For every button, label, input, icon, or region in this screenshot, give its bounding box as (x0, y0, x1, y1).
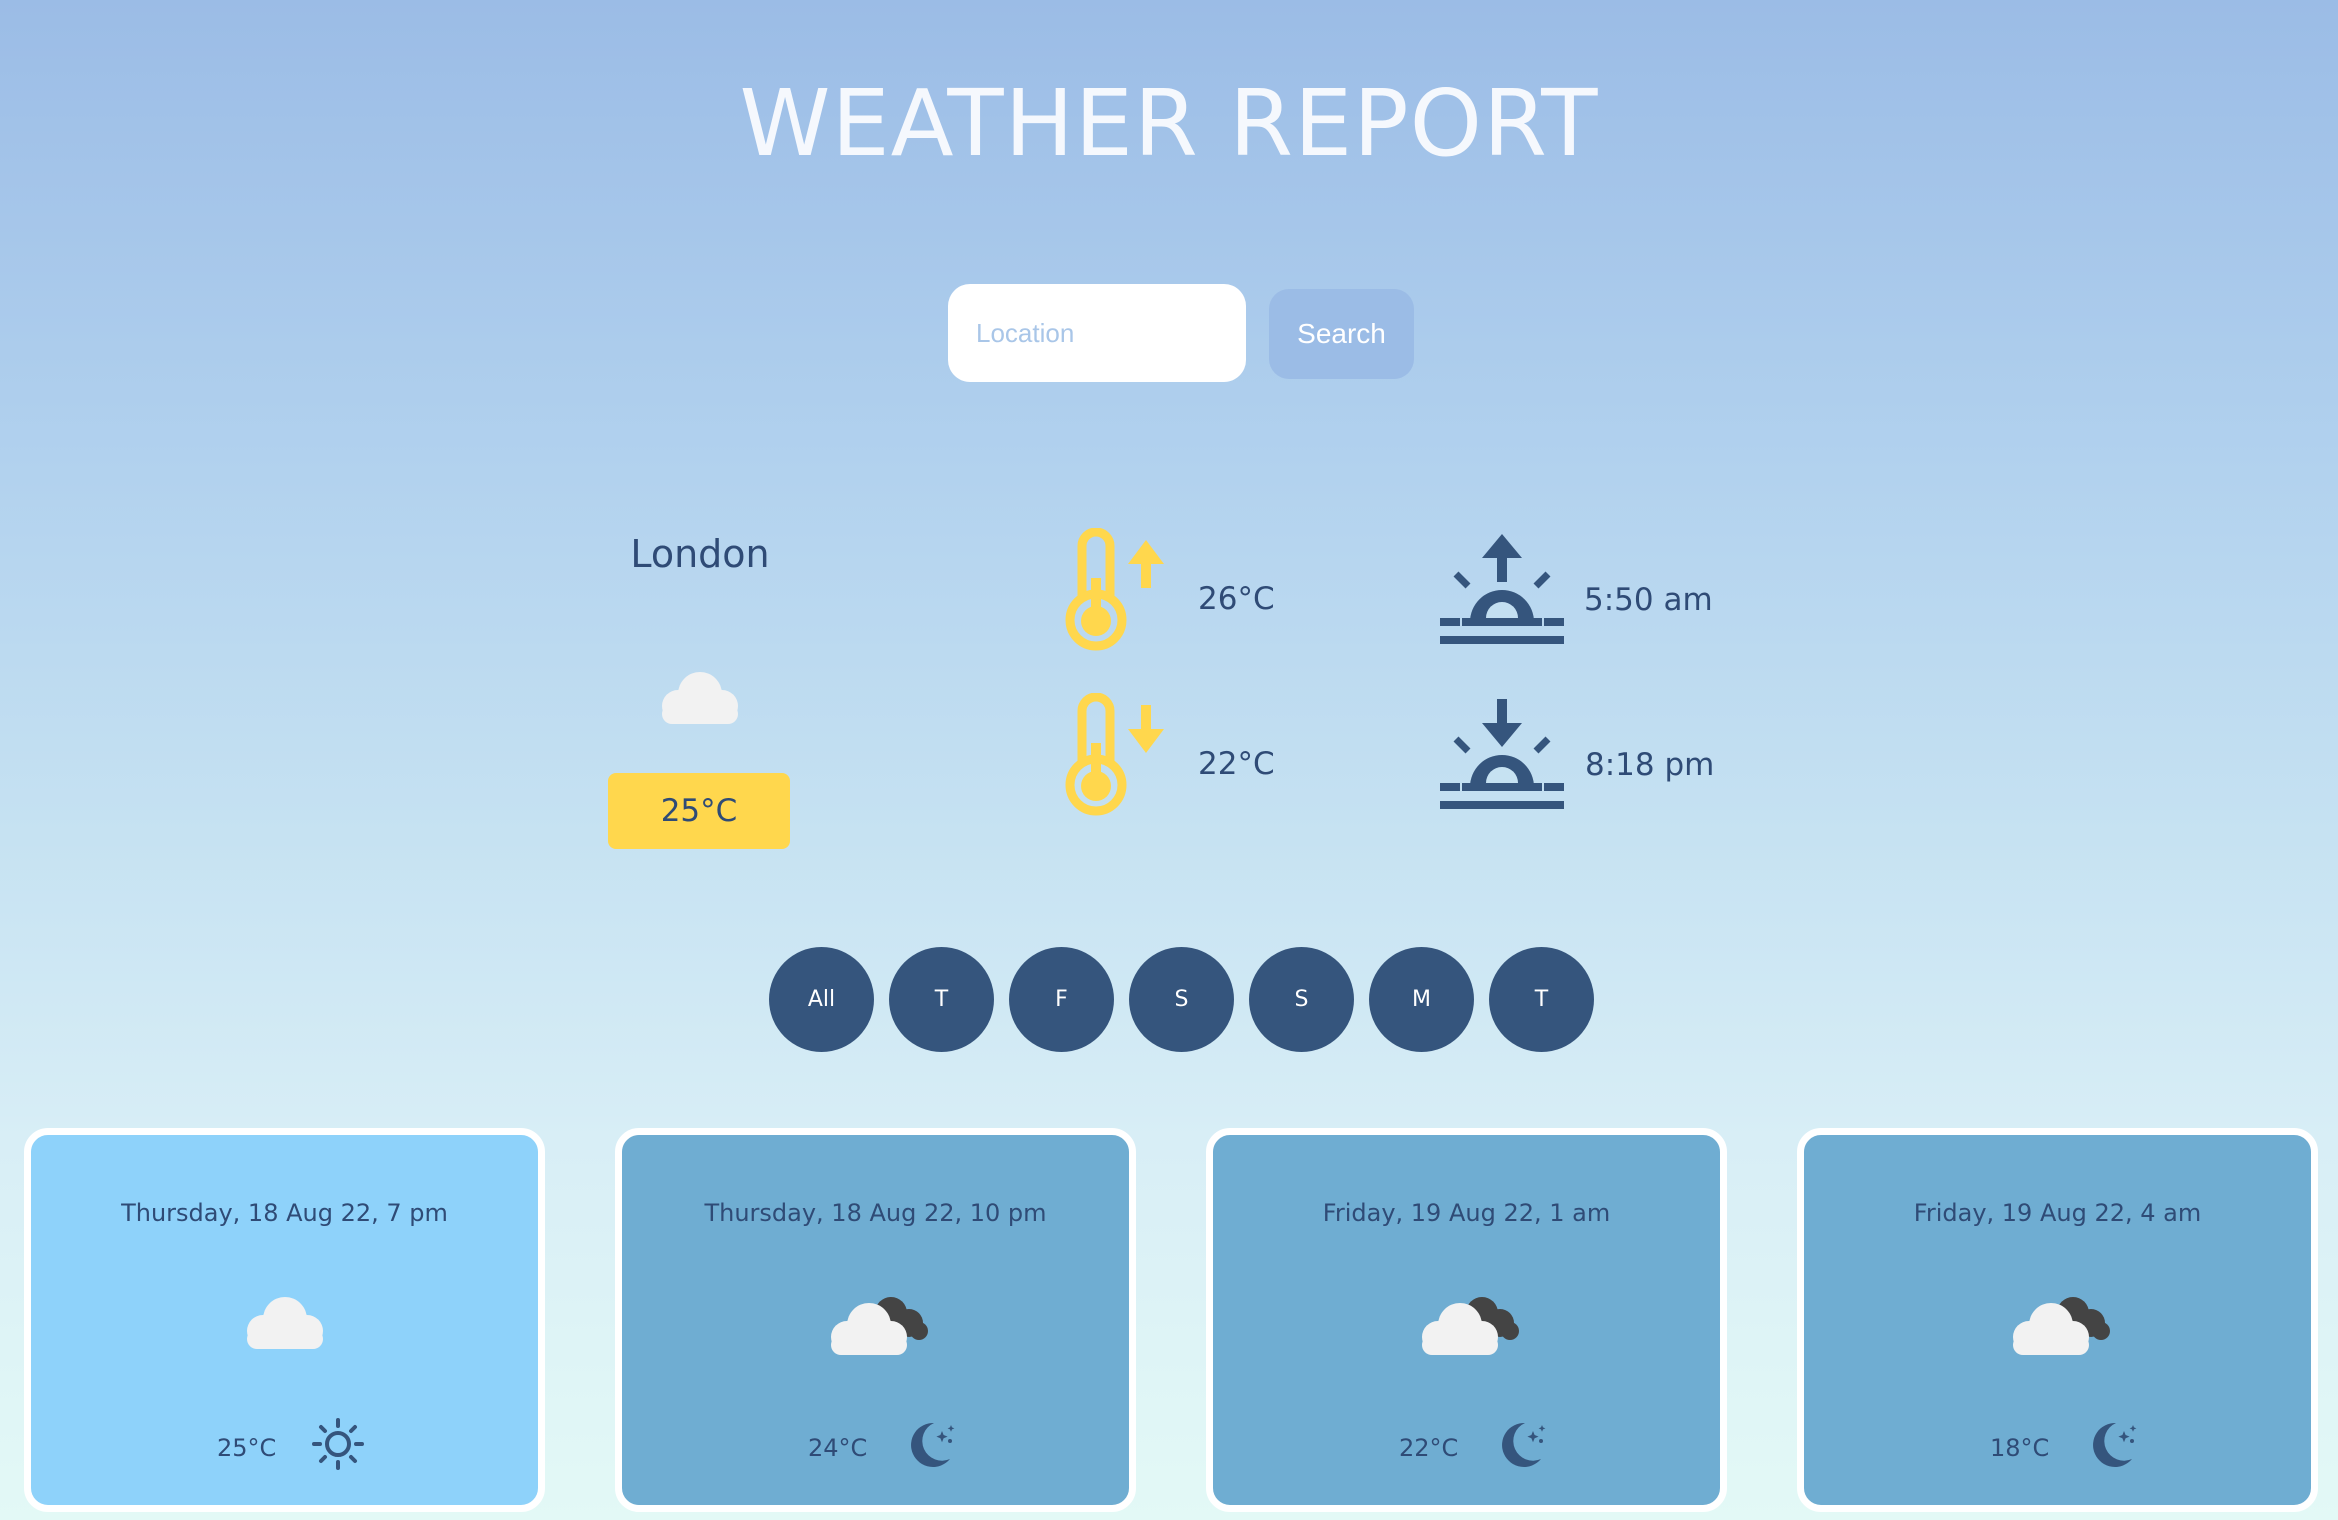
night-cloud-icon (1421, 1297, 1519, 1355)
forecast-card[interactable]: Thursday, 18 Aug 22, 10 pm 24°C (615, 1128, 1136, 1512)
day-filter-all[interactable]: All (769, 947, 874, 1052)
city-name: London (630, 532, 770, 576)
day-filter-friday[interactable]: F (1009, 947, 1114, 1052)
max-temperature: 26°C (1198, 581, 1275, 617)
location-search-input[interactable] (948, 284, 1246, 382)
forecast-temperature: 18°C (1990, 1434, 2050, 1462)
search-button[interactable]: Search (1269, 289, 1414, 379)
night-cloud-icon (2012, 1297, 2110, 1355)
thermometer-up-icon (1065, 528, 1164, 651)
sunrise-time: 5:50 am (1584, 582, 1713, 618)
forecast-datetime: Thursday, 18 Aug 22, 7 pm (121, 1199, 448, 1227)
day-filter-thursday[interactable]: T (889, 947, 994, 1052)
cloud-icon (246, 1297, 323, 1349)
day-filter-sunday[interactable]: S (1249, 947, 1354, 1052)
min-temperature: 22°C (1198, 746, 1275, 782)
forecast-datetime: Friday, 19 Aug 22, 1 am (1322, 1199, 1611, 1227)
current-temperature-badge: 25°C (608, 773, 790, 849)
sunrise-icon (1440, 534, 1564, 644)
forecast-temperature: 22°C (1399, 1434, 1459, 1462)
night-cloud-icon (830, 1297, 928, 1355)
day-filter-saturday[interactable]: S (1129, 947, 1234, 1052)
moon-icon (2093, 1422, 2137, 1467)
forecast-temperature: 25°C (217, 1434, 277, 1462)
day-filter-monday[interactable]: M (1369, 947, 1474, 1052)
sun-icon (312, 1418, 364, 1470)
moon-icon (1502, 1422, 1546, 1467)
forecast-datetime: Friday, 19 Aug 22, 4 am (1913, 1199, 2202, 1227)
forecast-card[interactable]: Thursday, 18 Aug 22, 7 pm 25°C (24, 1128, 545, 1512)
forecast-card[interactable]: Friday, 19 Aug 22, 4 am 18°C (1797, 1128, 2318, 1512)
forecast-datetime: Thursday, 18 Aug 22, 10 pm (704, 1199, 1047, 1227)
thermometer-down-icon (1065, 693, 1164, 816)
forecast-temperature: 24°C (808, 1434, 868, 1462)
day-filter-tuesday[interactable]: T (1489, 947, 1594, 1052)
page-title: WEATHER REPORT (739, 70, 1599, 177)
sunset-icon (1440, 699, 1564, 809)
sunset-time: 8:18 pm (1585, 747, 1715, 783)
forecast-card[interactable]: Friday, 19 Aug 22, 1 am 22°C (1206, 1128, 1727, 1512)
moon-icon (911, 1422, 955, 1467)
cloud-icon (662, 672, 738, 724)
